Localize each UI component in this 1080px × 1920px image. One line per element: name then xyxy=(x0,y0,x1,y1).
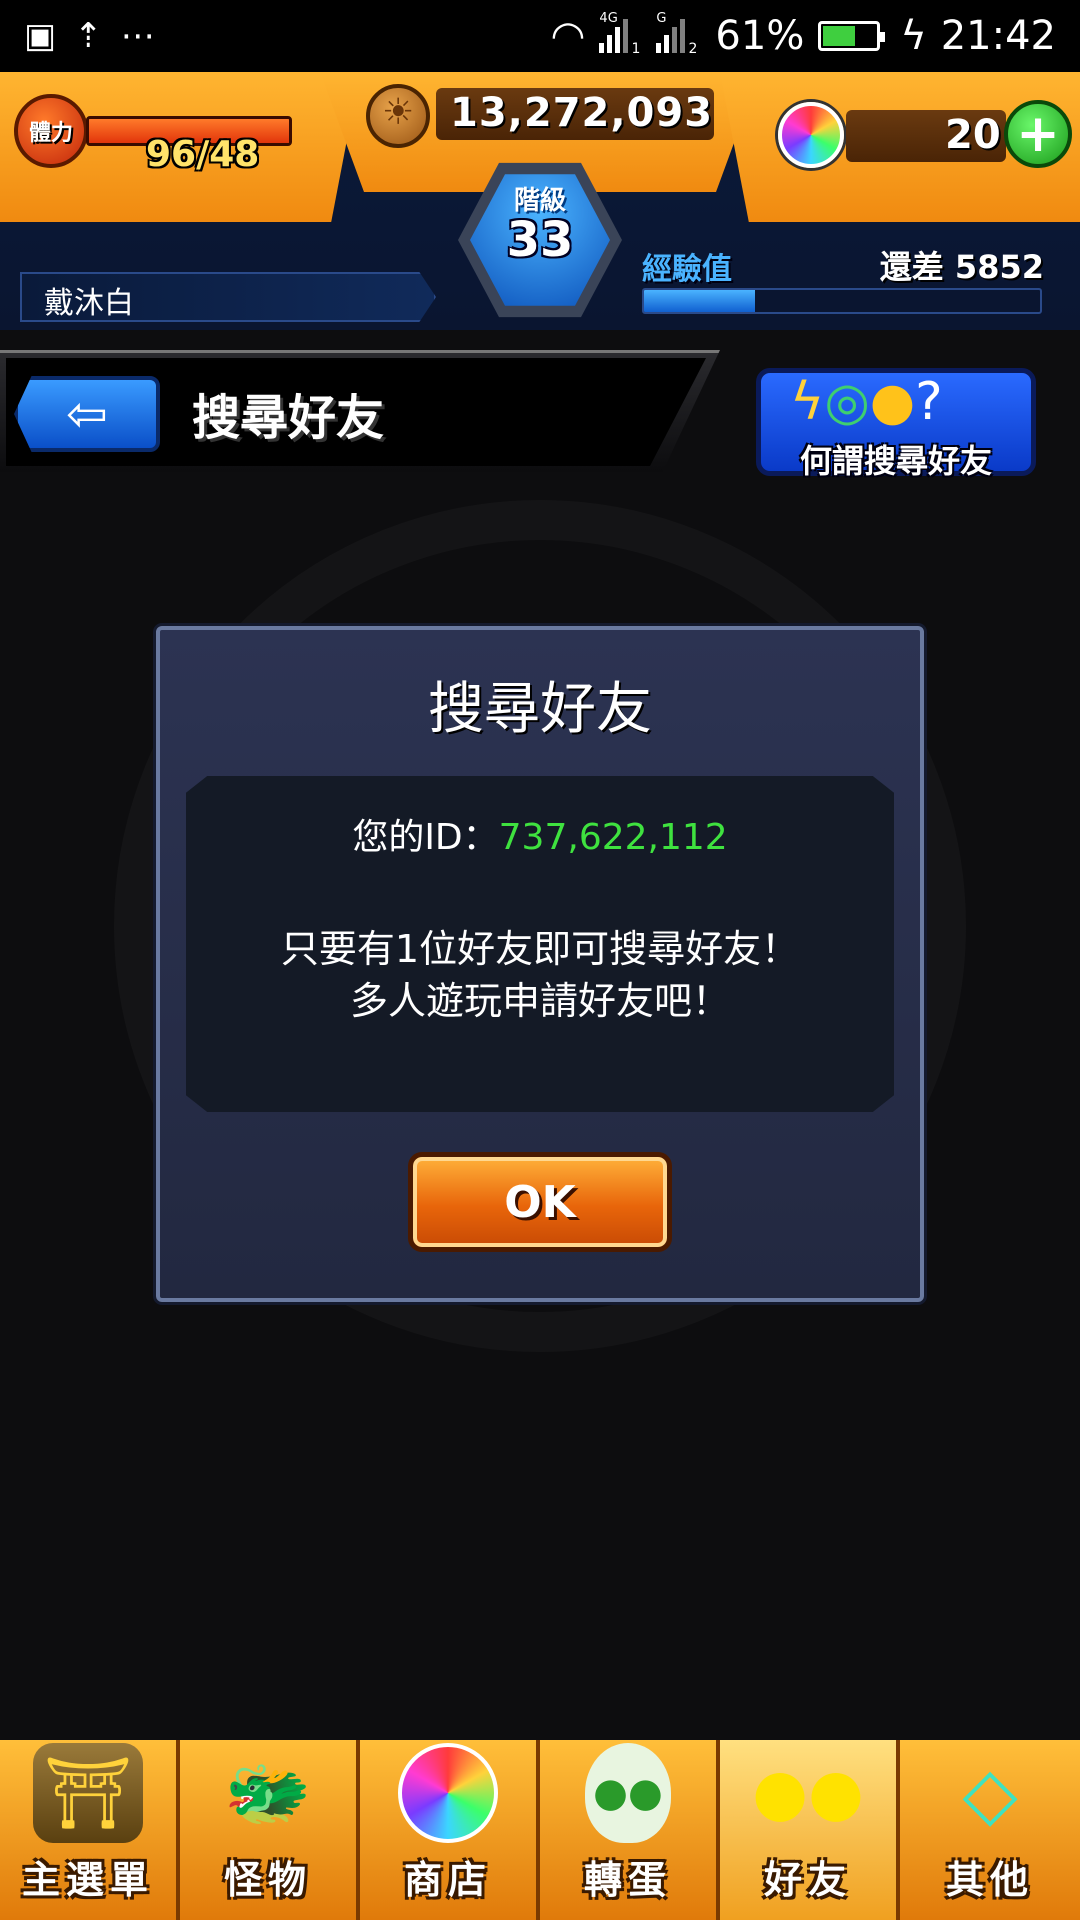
help-icons: ϟ◎●? xyxy=(790,372,943,432)
stamina-value: 96/48 xyxy=(146,134,260,175)
friends-icon: ●● xyxy=(752,1756,864,1830)
dialog-message-line2: 多人遊玩申請好友吧！ xyxy=(349,979,730,1023)
nav-main-menu[interactable]: ⛩ 主選單 xyxy=(0,1740,180,1920)
orb-icon xyxy=(398,1743,498,1843)
status-bar: ▣ ⇡ ⋯ ◠ 4G 1 G 2 61% ϟ 21:42 xyxy=(0,0,1080,72)
upload-icon: ⇡ xyxy=(74,16,103,56)
rank-value: 33 xyxy=(506,212,574,268)
notification-icon: ▣ xyxy=(24,16,57,56)
user-id-line: 您的ID：737,622,112 xyxy=(186,808,894,860)
orb-icon xyxy=(778,102,844,168)
battery-icon xyxy=(818,21,886,51)
nav-label: 好友 xyxy=(763,1858,852,1902)
user-id-value: 737,622,112 xyxy=(498,817,728,858)
wifi-icon: ◠ xyxy=(550,13,586,59)
nav-gacha[interactable]: ●● 轉蛋 xyxy=(540,1740,720,1920)
player-name: 戴沐白 xyxy=(44,286,134,321)
ok-button[interactable]: OK xyxy=(408,1152,672,1252)
user-id-label: 您的ID： xyxy=(352,817,499,858)
page-title: 搜尋好友 xyxy=(192,390,385,446)
question-icon: ? xyxy=(915,372,943,432)
help-button-label[interactable]: 何謂搜尋好友 xyxy=(756,436,1036,482)
nav-label: 商店 xyxy=(403,1858,492,1902)
more-icon: ⋯ xyxy=(120,16,155,56)
nav-friends[interactable]: ●● 好友 xyxy=(720,1740,900,1920)
exp-label: 經驗值 xyxy=(642,252,732,287)
person-icon: ● xyxy=(869,372,916,432)
back-arrow-icon: ⇦ xyxy=(66,385,108,443)
bottom-nav: ⛩ 主選單 🐲 怪物 商店 ●● 轉蛋 ●● 好友 ◇ 其他 xyxy=(0,1740,1080,1920)
exp-remaining: 還差 5852 xyxy=(879,248,1044,286)
top-hud: 體力 96/48 13,272,093 20 + 階級 33 戴沐白 經驗值 還… xyxy=(0,72,1080,330)
signal-icon: G 2 xyxy=(656,11,698,57)
other-icon: ◇ xyxy=(962,1751,1018,1835)
nav-label: 轉蛋 xyxy=(583,1858,672,1902)
nav-other[interactable]: ◇ 其他 xyxy=(900,1740,1080,1920)
nav-monster[interactable]: 🐲 怪物 xyxy=(180,1740,360,1920)
gold-coin-icon xyxy=(366,84,430,148)
stamina-icon: 體力 xyxy=(14,94,88,168)
dialog-message-line1: 只要有1位好友即可搜尋好友！ xyxy=(280,927,800,971)
nav-label: 其他 xyxy=(945,1858,1034,1902)
dialog-title: 搜尋好友 xyxy=(428,677,652,742)
back-button[interactable]: ⇦ xyxy=(14,376,160,452)
gate-icon: ⛩ xyxy=(33,1743,143,1843)
lightning-icon: ϟ xyxy=(790,372,825,432)
buy-orbs-button[interactable]: + xyxy=(1004,100,1072,168)
charging-icon: ϟ xyxy=(900,13,927,59)
egg-icon: ●● xyxy=(585,1743,671,1843)
nav-label: 主選單 xyxy=(21,1858,154,1902)
signal-icon: 4G 1 xyxy=(599,11,641,57)
radar-icon: ◎ xyxy=(824,372,870,432)
orb-count: 20 xyxy=(945,112,1001,158)
clock: 21:42 xyxy=(940,13,1056,59)
exp-bar xyxy=(642,288,1042,314)
battery-percent: 61% xyxy=(715,13,805,59)
nav-label: 怪物 xyxy=(223,1858,312,1902)
nav-shop[interactable]: 商店 xyxy=(360,1740,540,1920)
monster-icon: 🐲 xyxy=(224,1751,312,1834)
gold-value: 13,272,093 xyxy=(450,90,714,136)
